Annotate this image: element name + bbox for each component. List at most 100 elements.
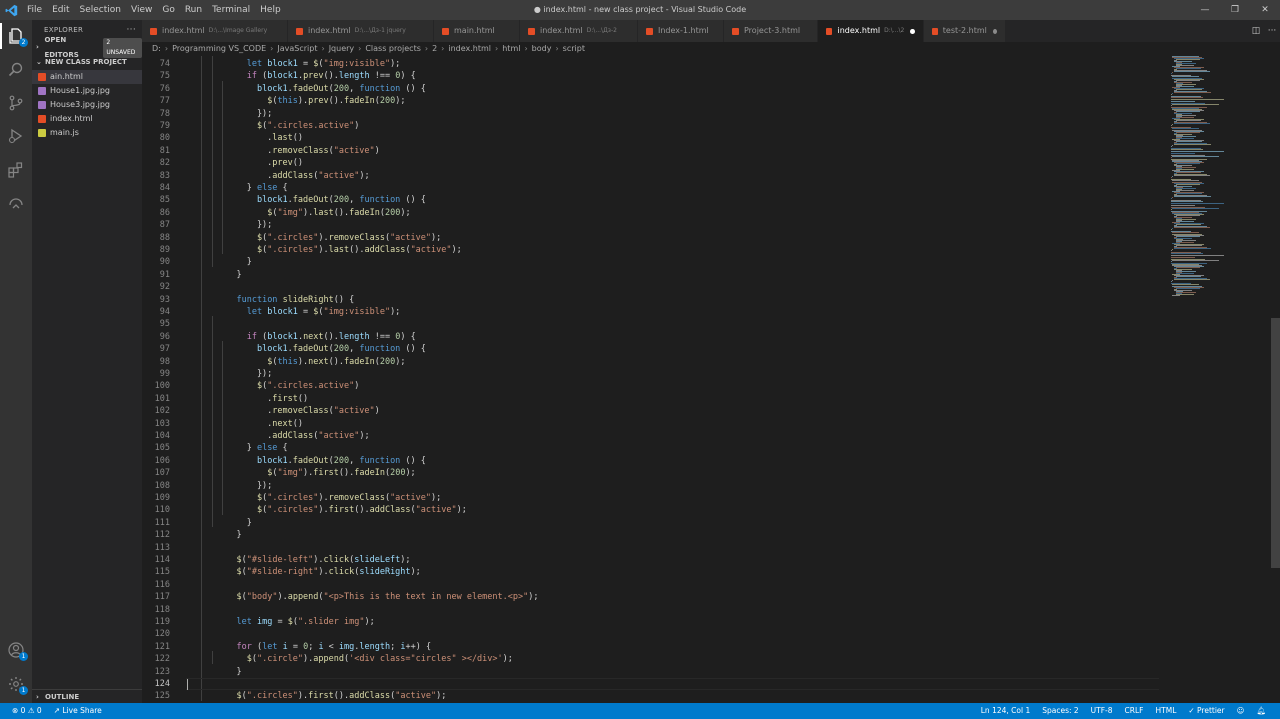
code-line[interactable]: 78 }); [142,108,1159,120]
project-section[interactable]: ⌄ NEW CLASS PROJECT [32,55,142,70]
scrollbar-thumb[interactable] [1271,318,1280,568]
code-line[interactable]: 93 function slideRight() { [142,294,1159,306]
prettier-status[interactable]: ✓ Prettier [1182,703,1230,719]
breadcrumb-item[interactable]: body [532,42,552,56]
code-line[interactable]: 80 .last() [142,132,1159,144]
feedback-icon[interactable]: ☺ [1231,703,1251,719]
breadcrumb-item[interactable]: html [502,42,520,56]
code-line[interactable]: 81 .removeClass("active") [142,145,1159,157]
code-editor[interactable]: 74 let block1 = $("img:visible"); 75 if (… [142,56,1159,703]
indentation[interactable]: Spaces: 2 [1036,703,1084,719]
code-line[interactable]: 117 $("body").append("<p>This is the tex… [142,591,1159,603]
code-line[interactable]: 109 $(".circles").removeClass("active"); [142,492,1159,504]
cursor-position[interactable]: Ln 124, Col 1 [975,703,1036,719]
code-line[interactable]: 75 if (block1.prev().length !== 0) { [142,70,1159,82]
code-line[interactable]: 111 } [142,517,1159,529]
code-line[interactable]: 96 if (block1.next().length !== 0) { [142,331,1159,343]
more-actions-icon[interactable]: ··· [1264,26,1280,36]
code-line[interactable]: 110 $(".circles").first().addClass("acti… [142,504,1159,516]
code-line[interactable]: 91 } [142,269,1159,281]
breadcrumb-item[interactable]: Programming VS_CODE [172,42,266,56]
code-line[interactable]: 94 let block1 = $("img:visible"); [142,306,1159,318]
run-debug-icon[interactable] [6,126,26,146]
open-editors-section[interactable]: › OPEN EDITORS 2 UNSAVED [32,36,142,59]
code-line[interactable]: 107 $("img").first().fadeIn(200); [142,467,1159,479]
code-line[interactable]: 74 let block1 = $("img:visible"); [142,58,1159,70]
split-editor-icon[interactable]: ◫ [1248,26,1264,36]
code-line[interactable]: 115 $("#slide-right").click(slideRight); [142,566,1159,578]
menu-help[interactable]: Help [255,0,286,20]
code-line[interactable]: 116 [142,579,1159,591]
code-line[interactable]: 106 block1.fadeOut(200, function () { [142,455,1159,467]
tab-index-1[interactable]: Index-1.html [638,20,724,42]
code-line[interactable]: 92 [142,281,1159,293]
code-line[interactable]: 122 $(".circle").append('<div class="cir… [142,653,1159,665]
unsaved-dot-icon[interactable] [992,28,997,34]
code-line[interactable]: 100 $(".circles.active") [142,380,1159,392]
code-line[interactable]: 104 .addClass("active"); [142,430,1159,442]
code-line[interactable]: 98 $(this).next().fadeIn(200); [142,356,1159,368]
code-line[interactable]: 103 .next() [142,418,1159,430]
menu-run[interactable]: Run [180,0,207,20]
code-line[interactable]: 105 } else { [142,442,1159,454]
end-of-line[interactable]: CRLF [1119,703,1150,719]
live-share-button[interactable]: ↗ Live Share [48,703,108,719]
breadcrumb-item[interactable]: 2 [432,42,437,56]
explorer-icon[interactable]: 2 [6,26,28,47]
code-line[interactable]: 95 [142,318,1159,330]
code-line[interactable]: 102 .removeClass("active") [142,405,1159,417]
accounts-icon[interactable]: 1 [6,640,28,661]
menu-file[interactable]: File [22,0,47,20]
menu-terminal[interactable]: Terminal [207,0,255,20]
code-line[interactable]: 125 $(".circles").first().addClass("acti… [142,690,1159,702]
code-line[interactable]: 82 .prev() [142,157,1159,169]
code-line[interactable]: 88 $(".circles").removeClass("active"); [142,232,1159,244]
tab-index-jquery[interactable]: index.html D:\...\Дз-1 jquery [288,20,434,42]
breadcrumb-item[interactable]: Jquery [329,42,354,56]
breadcrumb-item[interactable]: script [563,42,585,56]
breadcrumb-item[interactable]: D: [152,42,161,56]
menu-go[interactable]: Go [157,0,179,20]
editor-scrollbar[interactable] [1271,56,1280,703]
code-line[interactable]: 112 } [142,529,1159,541]
code-line[interactable]: 85 block1.fadeOut(200, function () { [142,194,1159,206]
file-item[interactable]: ain.html [32,70,142,84]
code-line[interactable]: 120 [142,628,1159,640]
code-line[interactable]: 77 $(this).prev().fadeIn(200); [142,95,1159,107]
file-item[interactable]: House3.jpg.jpg [32,98,142,112]
breadcrumb-item[interactable]: index.html [448,42,491,56]
minimap[interactable] [1159,56,1271,703]
menu-view[interactable]: View [126,0,157,20]
code-line[interactable]: 79 $(".circles.active") [142,120,1159,132]
code-line[interactable]: 87 }); [142,219,1159,231]
encoding[interactable]: UTF-8 [1085,703,1119,719]
code-line[interactable]: 83 .addClass("active"); [142,170,1159,182]
problems-indicator[interactable]: ⊗ 0 ⚠ 0 [6,703,48,719]
more-actions-icon[interactable]: ··· [127,20,136,40]
maximize-button[interactable]: ❐ [1220,0,1250,20]
remote-explorer-icon[interactable] [6,194,26,214]
code-line[interactable]: 76 block1.fadeOut(200, function () { [142,83,1159,95]
menu-edit[interactable]: Edit [47,0,74,20]
code-line[interactable]: 119 let img = $(".slider img"); [142,616,1159,628]
notifications-icon[interactable]: 🔔︎ [1250,703,1272,719]
tab-index-image-gallery[interactable]: index.html D:\...\Image Gallery [142,20,288,42]
code-line[interactable]: 84 } else { [142,182,1159,194]
minimize-button[interactable]: — [1190,0,1220,20]
code-line[interactable]: 99 }); [142,368,1159,380]
code-line[interactable]: 124 [142,678,1159,690]
language-mode[interactable]: HTML [1150,703,1183,719]
tab-index-dz2[interactable]: index.html D:\...\Дз-2 [520,20,638,42]
code-line[interactable]: 89 $(".circles").last().addClass("active… [142,244,1159,256]
breadcrumb-item[interactable]: JavaScript [277,42,317,56]
code-line[interactable]: 86 $("img").last().fadeIn(200); [142,207,1159,219]
file-item[interactable]: index.html [32,112,142,126]
code-line[interactable]: 121 for (let i = 0; i < img.length; i++)… [142,641,1159,653]
code-line[interactable]: 97 block1.fadeOut(200, function () { [142,343,1159,355]
file-item[interactable]: main.js [32,126,142,140]
code-line[interactable]: 123 } [142,666,1159,678]
tab-test-2[interactable]: test-2.html [924,20,1006,42]
code-line[interactable]: 90 } [142,256,1159,268]
code-line[interactable]: 101 .first() [142,393,1159,405]
tab-main-html[interactable]: main.html [434,20,520,42]
